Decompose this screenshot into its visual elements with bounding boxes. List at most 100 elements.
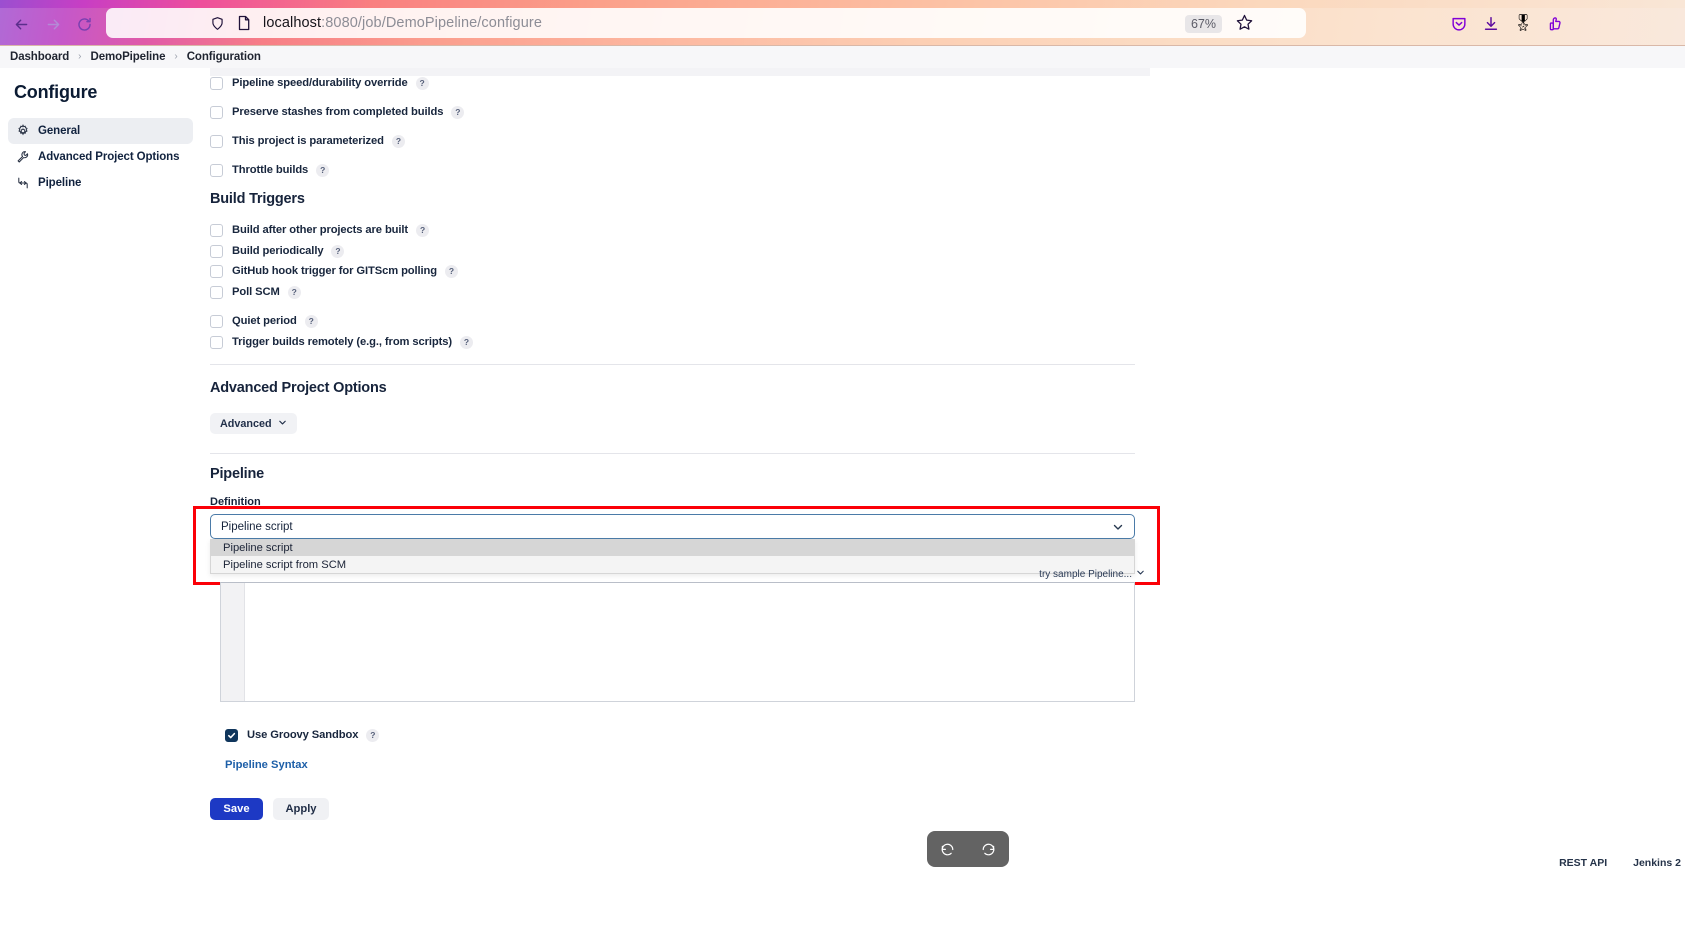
breadcrumb: Dashboard › DemoPipeline › Configuration <box>8 51 263 64</box>
checkbox-row-preserve-stashes[interactable]: Preserve stashes from completed builds ? <box>210 103 465 121</box>
advanced-options-button[interactable]: Advanced <box>210 413 297 434</box>
checkbox[interactable] <box>210 134 223 148</box>
help-icon[interactable]: ? <box>316 163 330 177</box>
sidebar-item-general[interactable]: General <box>8 118 193 144</box>
help-icon[interactable]: ? <box>331 244 345 258</box>
checkbox-row-pipeline-speed-durability-override[interactable]: Pipeline speed/durability override ? <box>210 74 429 92</box>
checkbox-row-use-groovy-sandbox[interactable]: Use Groovy Sandbox ? <box>225 726 380 744</box>
reload-icon[interactable] <box>71 11 97 37</box>
pipeline-icon <box>16 176 34 190</box>
help-icon[interactable]: ? <box>415 76 429 90</box>
help-icon[interactable]: ? <box>416 223 430 237</box>
account-profile-icon[interactable] <box>1543 11 1569 37</box>
checkbox[interactable] <box>210 163 223 177</box>
pocket-save-icon[interactable] <box>1446 11 1472 37</box>
breadcrumb-item-demopipeline[interactable]: DemoPipeline <box>89 51 168 63</box>
checkbox-label: This project is parameterized <box>232 135 384 147</box>
checkbox[interactable] <box>210 314 223 328</box>
section-heading-build-triggers: Build Triggers <box>210 191 305 207</box>
definition-select[interactable]: Pipeline script <box>210 514 1135 539</box>
checkbox[interactable] <box>225 728 238 742</box>
checkbox[interactable] <box>210 105 223 119</box>
configuration-form: Pipeline speed/durability override ? Pre… <box>193 68 1685 946</box>
divider <box>210 364 1135 365</box>
url-host: localhost <box>263 15 322 31</box>
page-title: Configure <box>14 82 98 102</box>
pipeline-syntax-link[interactable]: Pipeline Syntax <box>225 759 308 771</box>
definition-select-value: Pipeline script <box>221 520 293 533</box>
section-heading-pipeline: Pipeline <box>210 466 264 482</box>
checkbox-row-build-periodically[interactable]: Build periodically ? <box>210 242 345 260</box>
checkbox-label: Build after other projects are built <box>232 224 409 236</box>
back-arrow-icon[interactable] <box>8 11 34 37</box>
bookmark-star-icon[interactable] <box>1235 13 1254 37</box>
sidebar-item-advanced-project-options[interactable]: Advanced Project Options <box>8 144 193 170</box>
rest-api-link[interactable]: REST API <box>1559 857 1607 869</box>
url-bar[interactable]: localhost:8080/job/DemoPipeline/configur… <box>106 8 1306 38</box>
chevron-down-icon <box>1112 521 1124 536</box>
help-icon[interactable]: ? <box>460 335 474 349</box>
gear-icon <box>16 124 34 138</box>
sidebar-item-label: Advanced Project Options <box>38 151 180 163</box>
checkbox-label: Trigger builds remotely (e.g., from scri… <box>232 336 453 348</box>
breadcrumb-item-dashboard[interactable]: Dashboard <box>8 51 71 63</box>
jenkins-version-label: Jenkins 2 <box>1633 857 1681 869</box>
checkbox[interactable] <box>210 264 223 278</box>
checkbox-label: Build periodically <box>232 245 324 257</box>
checkbox-label: Quiet period <box>232 315 297 327</box>
checkbox-label: Poll SCM <box>232 286 280 298</box>
chevron-down-icon <box>278 418 287 430</box>
checkbox-row-trigger-builds-remotely[interactable]: Trigger builds remotely (e.g., from scri… <box>210 333 474 351</box>
dropdown-option-pipeline-script[interactable]: Pipeline script <box>211 539 1134 556</box>
checkbox[interactable] <box>210 76 223 90</box>
apply-button[interactable]: Apply <box>273 798 329 820</box>
help-icon[interactable]: ? <box>366 728 380 742</box>
checkbox[interactable] <box>210 223 223 237</box>
try-sample-pipeline-dropdown[interactable]: try sample Pipeline... <box>1039 568 1145 580</box>
sidebar-item-pipeline[interactable]: Pipeline <box>8 170 193 196</box>
checkbox-row-throttle-builds[interactable]: Throttle builds ? <box>210 161 330 179</box>
checkbox-row-quiet-period[interactable]: Quiet period ? <box>210 312 318 330</box>
save-button[interactable]: Save <box>210 798 263 820</box>
forward-arrow-icon[interactable] <box>40 11 66 37</box>
tracking-protection-shield-icon[interactable] <box>210 16 225 31</box>
checkbox-row-poll-scm[interactable]: Poll SCM ? <box>210 283 301 301</box>
wrench-icon <box>16 150 34 164</box>
editor-line-number-gutter <box>221 583 245 701</box>
url-text: localhost:8080/job/DemoPipeline/configur… <box>263 15 542 31</box>
checkbox-row-github-hook-trigger[interactable]: GitHub hook trigger for GITScm polling ? <box>210 262 459 280</box>
chevron-down-icon <box>1136 568 1145 580</box>
sidebar-item-label: Pipeline <box>38 177 82 189</box>
pipeline-script-section: try sample Pipeline... <box>220 568 1145 703</box>
extension-icon[interactable]: 🎖 <box>1510 11 1536 37</box>
sidebar-item-label: General <box>38 125 81 137</box>
checkbox-label: Throttle builds <box>232 164 309 176</box>
help-icon[interactable]: ? <box>304 314 318 328</box>
zoom-level-badge[interactable]: 67% <box>1184 15 1222 33</box>
checkbox-label: Preserve stashes from completed builds <box>232 106 444 118</box>
page-footer: REST API Jenkins 2 <box>200 848 1685 878</box>
checkbox-label: Pipeline speed/durability override <box>232 77 408 89</box>
checkbox[interactable] <box>210 285 223 299</box>
checkbox[interactable] <box>210 244 223 258</box>
help-icon[interactable]: ? <box>445 264 459 278</box>
url-path: :8080/job/DemoPipeline/configure <box>321 15 542 31</box>
breadcrumb-item-configuration[interactable]: Configuration <box>185 51 263 63</box>
checkbox-row-this-project-is-parameterized[interactable]: This project is parameterized ? <box>210 132 405 150</box>
checkbox[interactable] <box>210 335 223 349</box>
checkbox-row-build-after-other-projects-are-built[interactable]: Build after other projects are built ? <box>210 221 430 239</box>
help-icon[interactable]: ? <box>451 105 465 119</box>
divider <box>210 453 1135 454</box>
help-icon[interactable]: ? <box>391 134 405 148</box>
checkbox-label: Use Groovy Sandbox <box>247 729 359 741</box>
help-icon[interactable]: ? <box>287 285 301 299</box>
browser-tab-strip <box>0 0 1685 8</box>
sidebar: Configure General Advanced Project Optio… <box>0 68 200 946</box>
browser-chrome: localhost:8080/job/DemoPipeline/configur… <box>0 0 1685 46</box>
editor-code-area[interactable] <box>245 583 1134 701</box>
breadcrumb-bar: Dashboard › DemoPipeline › Configuration <box>0 46 1685 68</box>
try-sample-pipeline-label: try sample Pipeline... <box>1039 568 1132 580</box>
download-arrow-icon[interactable] <box>1478 11 1504 37</box>
pipeline-script-editor[interactable] <box>220 582 1135 702</box>
checkbox-label: GitHub hook trigger for GITScm polling <box>232 265 438 277</box>
